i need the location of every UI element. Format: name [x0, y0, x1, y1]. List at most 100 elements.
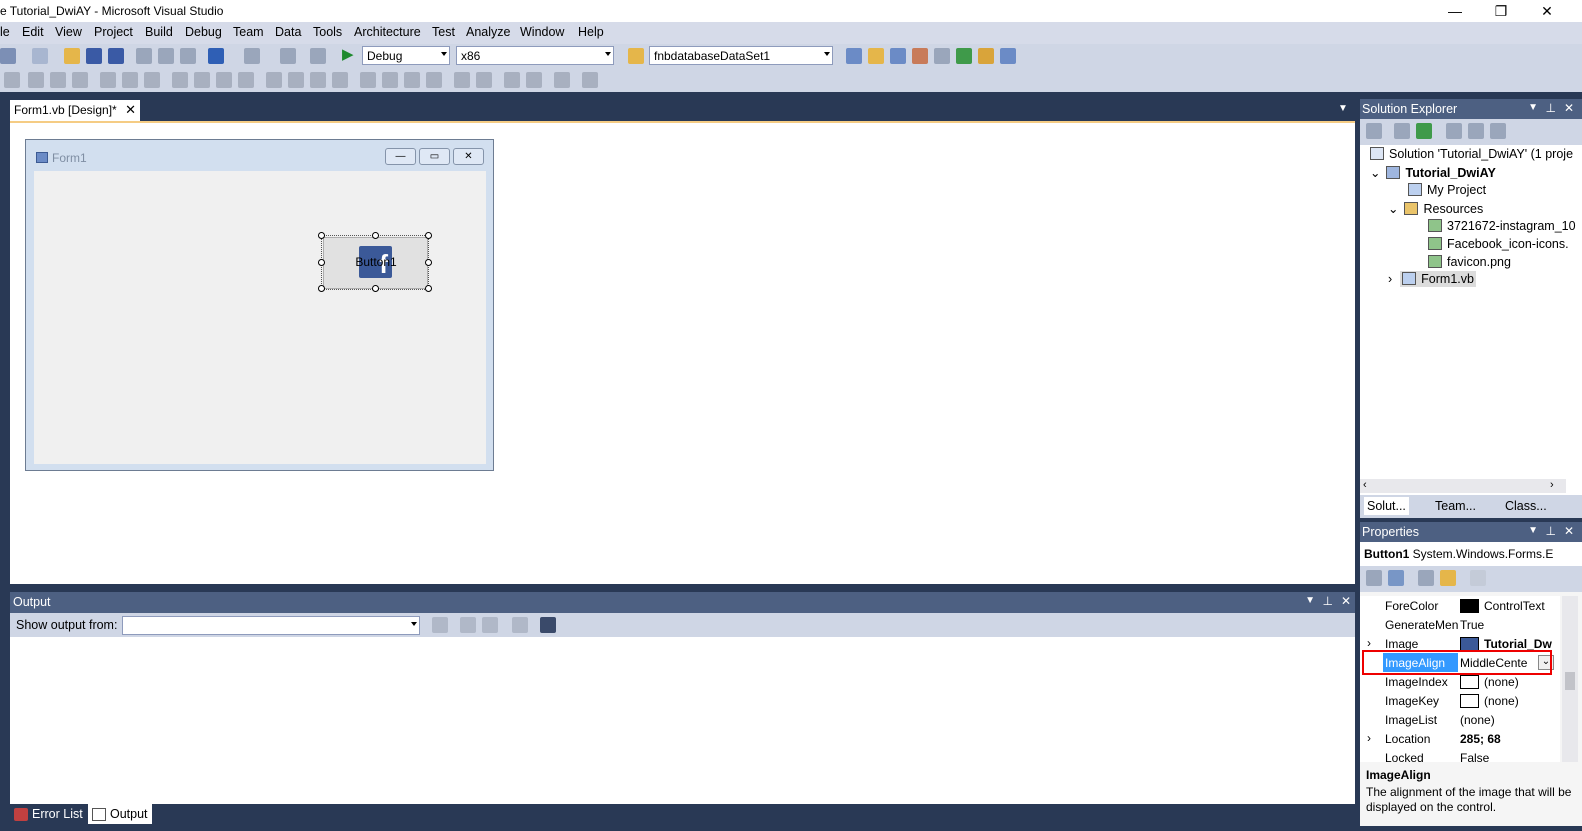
output-text-area[interactable] [10, 637, 1355, 804]
resize-handle[interactable] [318, 232, 325, 239]
toolbox-icon[interactable] [934, 48, 950, 64]
minimize-icon[interactable]: — [1432, 0, 1478, 22]
resize-handle[interactable] [425, 259, 432, 266]
align-tops-icon[interactable] [100, 72, 116, 88]
tab-form1-design[interactable]: Form1.vb [Design]* ✕ [10, 100, 140, 121]
vertical-spacing-icon[interactable] [360, 72, 376, 88]
restore-icon[interactable]: ❐ [1478, 0, 1524, 22]
close-icon[interactable]: ✕ [1564, 101, 1574, 115]
find-icon[interactable] [846, 48, 862, 64]
menu-architecture[interactable]: Architecture [354, 25, 421, 39]
button1-control[interactable]: f Button1 [323, 237, 428, 289]
menu-data[interactable]: Data [275, 25, 301, 39]
menu-debug[interactable]: Debug [185, 25, 222, 39]
form1-window[interactable]: Form1 — ▭ ✕ f Button1 [25, 139, 494, 471]
resize-handle[interactable] [425, 285, 432, 292]
next-message-icon[interactable] [482, 617, 498, 633]
add-item-icon[interactable] [32, 48, 48, 64]
clear-all-icon[interactable] [512, 617, 528, 633]
center-horizontally-icon[interactable] [454, 72, 470, 88]
resize-handle[interactable] [372, 232, 379, 239]
class-diagram-icon[interactable] [1490, 123, 1506, 139]
resize-handle[interactable] [318, 259, 325, 266]
solution-explorer-icon[interactable] [868, 48, 884, 64]
navigate-forward-icon[interactable] [310, 48, 326, 64]
tree-item-form1[interactable]: › Form1.vb [1388, 271, 1476, 287]
align-centers-icon[interactable] [50, 72, 66, 88]
scrollbar-thumb[interactable] [1565, 672, 1575, 690]
chevron-down-icon[interactable]: ⌄ [1388, 202, 1398, 216]
find-message-icon[interactable] [432, 617, 448, 633]
tree-item-project[interactable]: ⌄ Tutorial_DwiAY [1370, 165, 1496, 180]
resize-handle[interactable] [425, 232, 432, 239]
previous-message-icon[interactable] [460, 617, 476, 633]
form1-client-area[interactable]: f Button1 [34, 171, 486, 464]
lock-controls-icon[interactable] [582, 72, 598, 88]
save-all-icon[interactable] [108, 48, 124, 64]
remove-vspacing-icon[interactable] [426, 72, 442, 88]
view-code-icon[interactable] [1446, 123, 1462, 139]
send-to-back-icon[interactable] [526, 72, 542, 88]
data-sources-icon[interactable] [628, 48, 644, 64]
scroll-left-icon[interactable]: ‹ [1363, 479, 1367, 491]
menu-build[interactable]: Build [145, 25, 173, 39]
properties-icon[interactable] [890, 48, 906, 64]
dataset-dropdown[interactable]: fnbdatabaseDataSet1 [649, 46, 833, 65]
word-wrap-icon[interactable] [540, 617, 556, 633]
tree-item-resource-file[interactable]: 3721672-instagram_10 [1428, 219, 1576, 233]
tree-item-solution[interactable]: Solution 'Tutorial_DwiAY' (1 proje [1370, 147, 1573, 161]
pane-dropdown-icon[interactable]: ▼ [1528, 525, 1538, 536]
close-icon[interactable]: ✕ [1564, 524, 1574, 538]
menu-view[interactable]: View [55, 25, 82, 39]
pin-icon[interactable]: ⊥ [1546, 101, 1556, 115]
tab-error-list[interactable]: Error List [10, 804, 87, 824]
make-same-size-icon[interactable] [216, 72, 232, 88]
tab-class-view[interactable]: Class... [1502, 497, 1550, 515]
close-icon[interactable]: ✕ [1341, 594, 1351, 608]
chevron-down-icon[interactable]: ⌄ [1370, 166, 1380, 180]
save-icon[interactable] [86, 48, 102, 64]
property-row[interactable]: Locked False [1360, 748, 1560, 762]
tree-item-my-project[interactable]: My Project [1408, 183, 1486, 197]
refresh-icon[interactable] [1416, 123, 1432, 139]
property-row[interactable]: ForeColor ControlText [1360, 596, 1560, 615]
events-icon[interactable] [1440, 570, 1456, 586]
start-page-icon[interactable] [956, 48, 972, 64]
make-same-width-icon[interactable] [172, 72, 188, 88]
menu-analyze[interactable]: Analyze [466, 25, 510, 39]
align-rights-icon[interactable] [72, 72, 88, 88]
bring-to-front-icon[interactable] [504, 72, 520, 88]
resize-handle[interactable] [372, 285, 379, 292]
tab-order-icon[interactable] [554, 72, 570, 88]
properties-icon[interactable] [1366, 123, 1382, 139]
size-to-grid-icon[interactable] [238, 72, 254, 88]
align-bottoms-icon[interactable] [144, 72, 160, 88]
menu-window[interactable]: Window [520, 25, 564, 39]
configuration-dropdown[interactable]: Debug [362, 46, 450, 65]
view-designer-icon[interactable] [1468, 123, 1484, 139]
pane-dropdown-icon[interactable]: ▼ [1305, 595, 1315, 606]
redo-icon[interactable] [244, 48, 260, 64]
property-row[interactable]: GenerateMen True [1360, 615, 1560, 634]
tree-item-resource-file[interactable]: Facebook_icon-icons. [1428, 237, 1569, 251]
tree-item-resources[interactable]: ⌄ Resources [1388, 201, 1483, 216]
make-same-height-icon[interactable] [194, 72, 210, 88]
menu-help[interactable]: Help [578, 25, 604, 39]
horizontal-scrollbar[interactable] [1360, 479, 1566, 493]
menu-tools[interactable]: Tools [313, 25, 342, 39]
scroll-right-icon[interactable]: › [1550, 479, 1554, 491]
tab-output[interactable]: Output [88, 804, 152, 824]
menu-test[interactable]: Test [432, 25, 455, 39]
property-row[interactable]: › Location 285; 68 [1360, 729, 1560, 748]
pane-dropdown-icon[interactable]: ▼ [1528, 102, 1538, 113]
platform-dropdown[interactable]: x86 [456, 46, 614, 65]
copy-icon[interactable] [158, 48, 174, 64]
categorized-icon[interactable] [1366, 570, 1382, 586]
extensions-icon[interactable] [978, 48, 994, 64]
center-vertically-icon[interactable] [476, 72, 492, 88]
tab-dropdown-icon[interactable]: ▼ [1338, 103, 1348, 114]
pin-icon[interactable]: ⊥ [1323, 594, 1333, 608]
show-all-files-icon[interactable] [1394, 123, 1410, 139]
menu-team[interactable]: Team [233, 25, 264, 39]
output-source-dropdown[interactable] [122, 616, 420, 635]
